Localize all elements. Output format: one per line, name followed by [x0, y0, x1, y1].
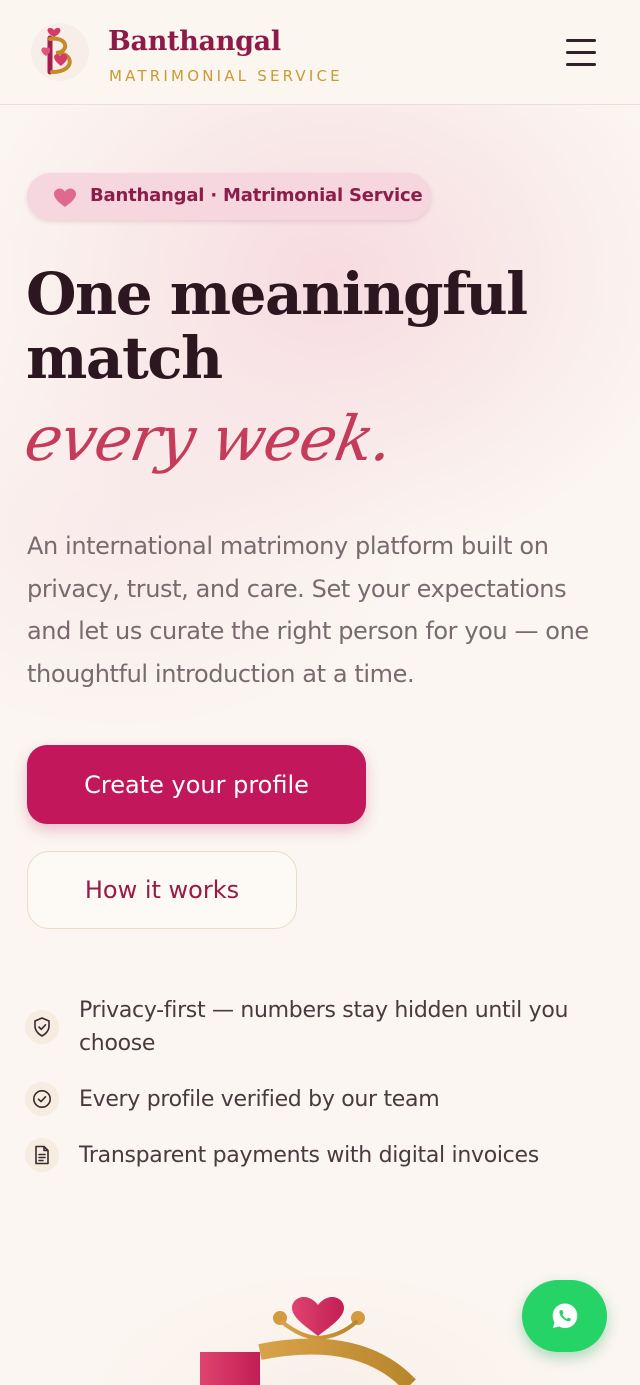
brand-badge: Banthangal · Matrimonial Service: [27, 173, 431, 220]
brand-tagline: MATRIMONIAL SERVICE: [109, 67, 343, 85]
how-it-works-button[interactable]: How it works: [27, 851, 297, 929]
feature-verified: Every profile verified by our team: [79, 1087, 440, 1112]
hamburger-menu-icon[interactable]: [562, 36, 600, 70]
create-profile-button[interactable]: Create your profile: [27, 745, 366, 824]
hero-title-line1: One meaningful: [26, 260, 528, 328]
heart-icon: [54, 188, 76, 207]
hero-title: One meaningful match: [26, 262, 606, 390]
ring-heart-emblem-icon: [200, 1297, 416, 1385]
site-header: Banthangal MATRIMONIAL SERVICE: [0, 0, 640, 105]
hero-script-accent: every week.: [19, 402, 398, 475]
check-circle-icon: [25, 1082, 59, 1116]
hero-description: An international matrimony platform buil…: [27, 532, 589, 688]
badge-text: Banthangal · Matrimonial Service: [90, 185, 423, 206]
whatsapp-icon: [552, 1303, 577, 1329]
hero-title-line2: match: [26, 324, 223, 392]
brand-name[interactable]: Banthangal: [108, 26, 281, 57]
document-icon: [25, 1138, 59, 1172]
whatsapp-chat-button[interactable]: [522, 1280, 607, 1352]
feature-payments: Transparent payments with digital invoic…: [79, 1143, 539, 1168]
shield-check-icon: [25, 1010, 59, 1044]
feature-privacy: Privacy-first — numbers stay hidden unti…: [79, 998, 569, 1056]
heart-b-monogram-icon[interactable]: [30, 22, 90, 82]
